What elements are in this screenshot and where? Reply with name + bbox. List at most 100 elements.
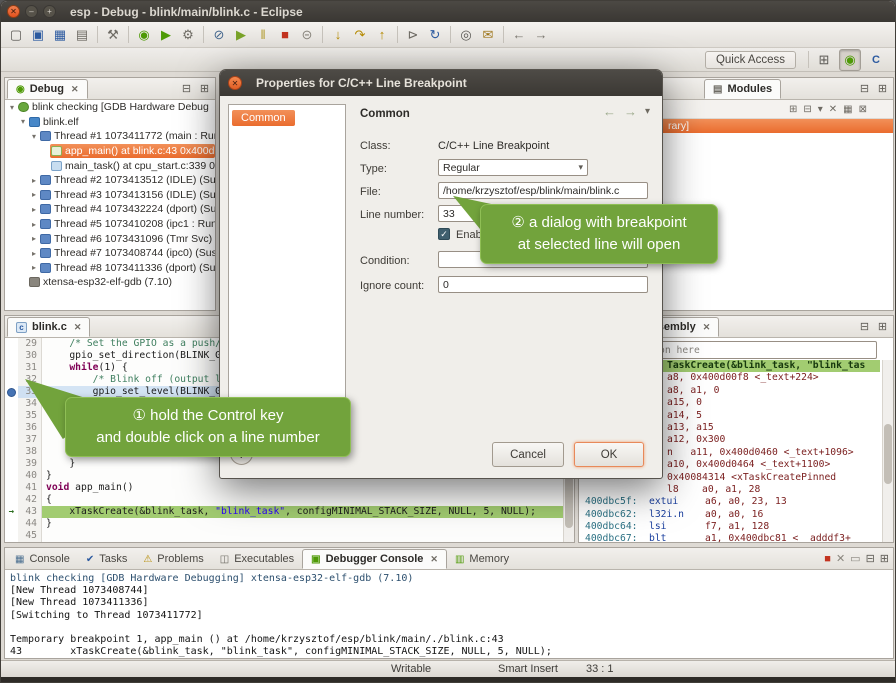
expander-icon[interactable]: ▸ (29, 263, 39, 272)
code-line[interactable]: 45 (5, 530, 563, 542)
minimize-view-icon[interactable]: ⊟ (857, 320, 872, 335)
line-number[interactable]: 40 (18, 470, 42, 482)
enabled-checkbox[interactable]: ✓ (438, 228, 450, 240)
console-output[interactable]: blink checking [GDB Hardware Debugging] … (5, 570, 893, 658)
search-icon[interactable]: ◎ (456, 25, 476, 45)
run-icon[interactable]: ▶ (156, 25, 176, 45)
resume-icon[interactable]: ▶ (231, 25, 251, 45)
external-tools-icon[interactable]: ⚙ (178, 25, 198, 45)
minimize-view-icon[interactable]: ⊟ (857, 82, 872, 97)
modules-toolbar-icon[interactable]: ▦ (843, 104, 852, 115)
cancel-button[interactable]: Cancel (492, 442, 564, 467)
maximize-view-icon[interactable]: ⊞ (875, 320, 890, 335)
line-number[interactable]: 38 (18, 446, 42, 458)
line-number[interactable]: 39 (18, 458, 42, 470)
close-icon[interactable]: ✕ (71, 84, 79, 95)
instruction-stepping-icon[interactable]: ⊳ (403, 25, 423, 45)
code-line[interactable]: →43 xTaskCreate(&blink_task, "blink_task… (5, 506, 563, 518)
terminate-icon[interactable]: ■ (275, 25, 295, 45)
line-number[interactable]: 41 (18, 482, 42, 494)
file-field[interactable]: /home/krzysztof/esp/blink/main/blink.c (438, 182, 648, 199)
skip-breakpoints-icon[interactable]: ⊘ (209, 25, 229, 45)
line-number[interactable]: 42 (18, 494, 42, 506)
new-wizard-icon[interactable]: ▢ (6, 25, 26, 45)
remove-launch-icon[interactable]: ✕ (836, 552, 845, 565)
breakpoint-icon[interactable] (7, 388, 16, 397)
debug-tree-item[interactable]: ▸Thread #4 1073432224 (dport) (Sus (5, 202, 215, 217)
print-icon[interactable]: ▤ (72, 25, 92, 45)
expander-icon[interactable]: ▸ (29, 249, 39, 258)
back-icon[interactable]: ← (509, 25, 529, 45)
debug-tree-item[interactable]: ▾blink.elf (5, 115, 215, 130)
open-perspective-icon[interactable]: ⊞ (814, 50, 834, 70)
debug-tree-item[interactable]: main_task() at cpu_start.c:339 0x4 (5, 158, 215, 173)
close-icon[interactable]: ✕ (74, 322, 82, 333)
suspend-icon[interactable]: ‖ (253, 25, 273, 45)
close-window-button[interactable]: ✕ (7, 5, 20, 18)
line-number[interactable]: 43 (18, 506, 42, 518)
expander-icon[interactable]: ▾ (7, 103, 17, 112)
tab-blink-c[interactable]: c blink.c ✕ (7, 317, 90, 337)
minimize-window-button[interactable]: – (25, 5, 38, 18)
back-icon[interactable]: ← (603, 104, 616, 119)
modules-toolbar-icon[interactable]: ⊞ (789, 104, 797, 115)
forward-icon[interactable]: → (531, 25, 551, 45)
sidebar-item-common[interactable]: Common (232, 110, 295, 126)
tab-executables[interactable]: ◫Executables (212, 549, 302, 569)
close-icon[interactable]: ✕ (430, 554, 438, 565)
window-titlebar[interactable]: ✕–+ esp - Debug - blink/main/blink.c - E… (1, 1, 895, 23)
debug-tree-item[interactable]: ▾blink checking [GDB Hardware Debug (5, 100, 215, 115)
debug-tree-item[interactable]: ▸Thread #8 1073411336 (dport) (Sus (5, 261, 215, 276)
code-line[interactable]: 41void app_main() (5, 482, 563, 494)
tab-memory[interactable]: ▥Memory (447, 549, 517, 569)
minimize-view-icon[interactable]: ⊟ (866, 552, 875, 565)
maximize-window-button[interactable]: + (43, 5, 56, 18)
minimize-view-icon[interactable]: ⊟ (179, 82, 194, 97)
maximize-view-icon[interactable]: ⊞ (197, 82, 212, 97)
save-icon[interactable]: ▣ (28, 25, 48, 45)
clear-console-icon[interactable]: ▭ (850, 552, 860, 565)
line-number[interactable]: 29 (18, 338, 42, 350)
disassembly-line[interactable]: 400dbc5f:extuia6, a0, 23, 13 (579, 496, 880, 508)
view-menu-icon[interactable]: ▾ (645, 106, 650, 117)
line-number[interactable]: 45 (18, 530, 42, 542)
disassembly-line[interactable]: 400dbc64:lsif7, a1, 128 (579, 521, 880, 533)
disassembly-line[interactable]: 400dbc62:l32i.na0, a0, 16 (579, 509, 880, 521)
maximize-view-icon[interactable]: ⊞ (875, 82, 890, 97)
dialog-titlebar[interactable]: ✕ Properties for C/C++ Line Breakpoint (220, 70, 662, 96)
debug-tree-item[interactable]: ▾Thread #1 1073411772 (main : Runn (5, 129, 215, 144)
disassembly-line[interactable]: l8 a0, a1, 28 (579, 484, 880, 496)
line-number[interactable]: 36 (18, 422, 42, 434)
modules-toolbar-icon[interactable]: ⊠ (859, 104, 867, 115)
terminate-icon[interactable]: ■ (824, 553, 831, 565)
mail-icon[interactable]: ✉ (478, 25, 498, 45)
step-into-icon[interactable]: ↓ (328, 25, 348, 45)
expander-icon[interactable]: ▸ (29, 234, 39, 243)
step-return-icon[interactable]: ↑ (372, 25, 392, 45)
code-line[interactable]: 44} (5, 518, 563, 530)
line-number[interactable]: 31 (18, 362, 42, 374)
disassembly-scrollbar[interactable] (882, 360, 893, 542)
ignore-count-field[interactable]: 0 (438, 276, 648, 293)
debug-tree-item[interactable]: ▸Thread #7 1073408744 (ipc0) (Susp (5, 246, 215, 261)
tab-problems[interactable]: ⚠Problems (135, 549, 211, 569)
maximize-view-icon[interactable]: ⊞ (880, 552, 889, 565)
restart-icon[interactable]: ↻ (425, 25, 445, 45)
modules-toolbar-icon[interactable]: ⊟ (803, 104, 811, 115)
tab-tasks[interactable]: ✔Tasks (78, 549, 136, 569)
tab-modules[interactable]: ▤ Modules (704, 79, 781, 99)
tab-debugger-console[interactable]: ▣Debugger Console✕ (302, 549, 447, 569)
expander-icon[interactable]: ▾ (29, 132, 39, 141)
ok-button[interactable]: OK (574, 442, 644, 467)
disconnect-icon[interactable]: ⊝ (297, 25, 317, 45)
line-number[interactable]: 37 (18, 434, 42, 446)
debug-icon[interactable]: ◉ (134, 25, 154, 45)
line-number[interactable]: 30 (18, 350, 42, 362)
debug-tree-item[interactable]: xtensa-esp32-elf-gdb (7.10) (5, 275, 215, 290)
build-icon[interactable]: ⚒ (103, 25, 123, 45)
code-line[interactable]: 42{ (5, 494, 563, 506)
disassembly-line[interactable]: 400dbc67:blta1, 0x400dbc81 <__adddf3+ (579, 533, 880, 542)
debug-tree-item[interactable]: ▸Thread #3 1073413156 (IDLE) (Susp (5, 188, 215, 203)
dialog-close-button[interactable]: ✕ (228, 76, 242, 90)
quick-access-button[interactable]: Quick Access (705, 51, 796, 69)
